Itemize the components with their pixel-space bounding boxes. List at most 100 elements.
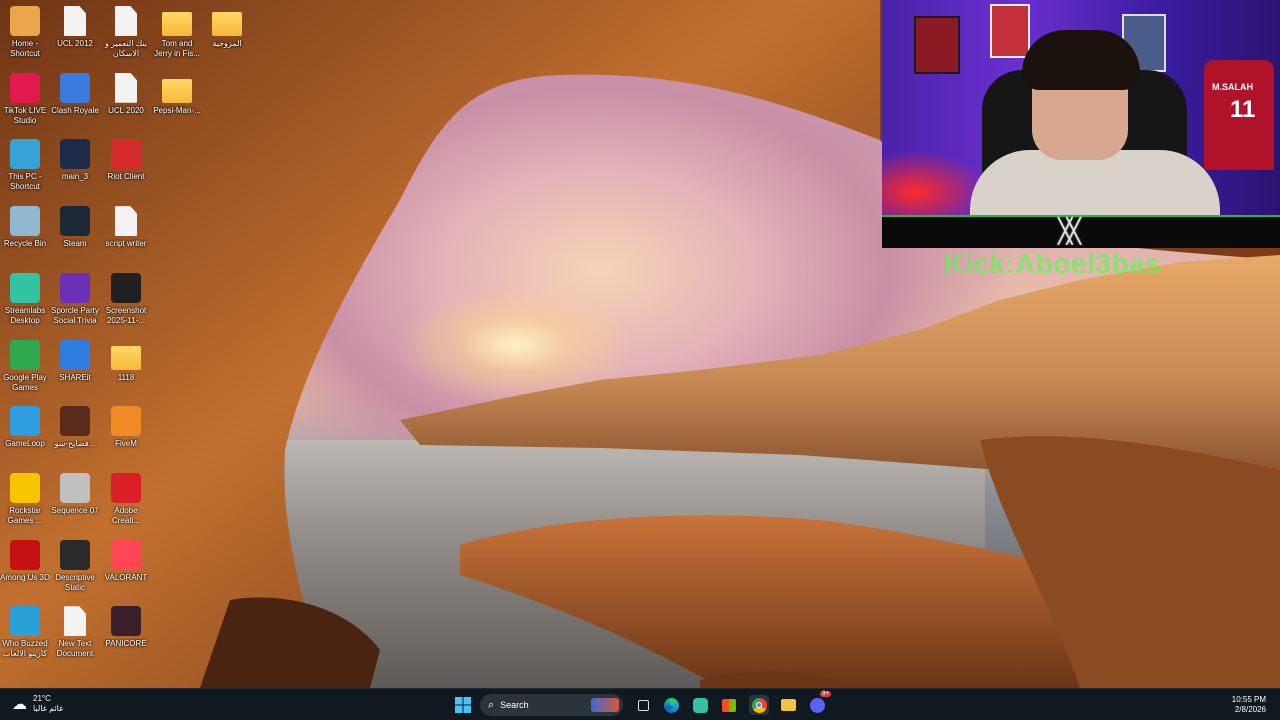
desktop-icon-label: Sequence 07 — [51, 505, 99, 515]
desktop-icon-label: Among Us 3D — [0, 572, 50, 582]
desktop-icon-label: Adobe Creati... — [111, 505, 140, 525]
desktop-icon[interactable]: Recycle Bin — [0, 206, 50, 249]
folder-icon — [162, 78, 192, 103]
taskbar-streamlabs[interactable] — [690, 695, 710, 715]
desktop-icon[interactable]: New Text Document — [50, 606, 100, 659]
recycle-bin-icon — [10, 206, 40, 237]
desktop-icon[interactable]: فضايح-سو... — [50, 406, 100, 449]
tiktok-icon — [10, 72, 40, 103]
desktop-icon-label: Sporcle Party Social Trivia — [50, 305, 100, 325]
cloud-icon: ☁ — [12, 696, 27, 713]
panicore-icon — [111, 606, 141, 637]
gameloop-icon — [10, 406, 40, 437]
desktop-icon[interactable]: UCL 2012 — [50, 6, 100, 49]
streamlabs-icon — [10, 272, 40, 303]
start-button[interactable] — [453, 695, 473, 715]
video-thumb-icon — [60, 539, 90, 570]
discord-notification-badge: 9+ — [820, 691, 831, 697]
desktop-icon-label: PANICORE — [105, 639, 147, 649]
desktop-icon[interactable]: Rockstar Games ... — [0, 472, 50, 526]
play-games-icon — [10, 339, 40, 370]
folder-icon — [162, 12, 192, 36]
desktop-icon[interactable]: main_3 — [50, 139, 100, 182]
desktop-icon-label: UCL 2020 — [108, 105, 144, 115]
desktop-icon-label: Descriptive Static — [55, 572, 95, 592]
desktop-icon-label: Google Play Games — [3, 372, 47, 392]
game-icon — [10, 606, 40, 637]
desktop-icon[interactable]: Among Us 3D — [0, 539, 50, 583]
chrome-icon — [751, 697, 767, 713]
search-highlight-icon — [591, 698, 619, 712]
desktop-icon[interactable]: Clash Royale — [50, 72, 100, 116]
desktop-icon[interactable]: Home - Shortcut — [0, 6, 50, 59]
desktop-icon[interactable]: GameLoop — [0, 406, 50, 449]
edge-icon — [663, 697, 679, 713]
desktop-icon-label: المزوجية — [212, 39, 242, 48]
webcam-overlay: M.SALAH 11 ╳╳ — [882, 0, 1280, 248]
desktop-icon[interactable]: Sporcle Party Social Trivia — [50, 272, 100, 326]
desktop-icon-label: TikTok LIVE Studio — [3, 105, 47, 125]
desktop-icon[interactable]: This PC - Shortcut — [0, 139, 50, 192]
taskbar-microsoft-store[interactable] — [719, 695, 739, 715]
desktop-icon-label: script writer — [105, 239, 147, 249]
desktop-icon[interactable]: Sequence 07 — [50, 472, 100, 516]
desktop-icon[interactable]: FiveM — [101, 406, 151, 449]
desktop-icon[interactable]: Screenshot 2025-11-... — [101, 272, 151, 326]
desktop-icon-label: فضايح-سو... — [54, 439, 96, 449]
taskbar-clock[interactable]: 10:55 PM 2/8/2026 — [1232, 695, 1266, 715]
desktop-icon[interactable]: Pepsi-Man-... — [152, 73, 202, 116]
desktop-icon[interactable]: Who Buzzed كازينو الالعاب — [0, 606, 50, 659]
desktop-icon[interactable]: Adobe Creati... — [101, 472, 151, 526]
webcam-person-hair — [1022, 30, 1140, 90]
clock-time: 10:55 PM — [1231, 695, 1266, 704]
desktop-icon-label: New Text Document — [56, 639, 94, 659]
task-view-icon — [637, 699, 649, 711]
desktop-icon-label: Screenshot 2025-11-... — [105, 305, 147, 325]
desktop-icon-label: Tom and Jerry in Fis... — [154, 39, 200, 58]
steam-icon — [60, 206, 90, 237]
file-icon — [64, 606, 86, 637]
weather-description: غائم غالبا — [33, 704, 64, 713]
desktop-icon-label: SHAREit — [59, 372, 91, 382]
taskbar-discord[interactable]: 9+ — [807, 691, 831, 715]
video-file-icon — [60, 472, 90, 503]
discord-icon — [809, 697, 825, 713]
desktop-icon[interactable]: TikTok LIVE Studio — [0, 72, 50, 126]
desktop-icon[interactable]: Streamlabs Desktop — [0, 272, 50, 326]
desktop-icon-label: Streamlabs Desktop — [4, 305, 46, 325]
desktop-icon[interactable]: بنك التعمير و الاسكان — [101, 6, 151, 59]
desktop-icon[interactable]: script writer — [101, 206, 151, 249]
file-icon — [115, 72, 137, 103]
desktop-icon-label: Recycle Bin — [3, 239, 47, 249]
desktop-icon[interactable]: Steam — [50, 206, 100, 249]
taskbar-file-explorer[interactable] — [778, 695, 798, 715]
desktop-icon-label: Steam — [63, 239, 87, 249]
desktop-icon[interactable]: VALORANT — [101, 539, 151, 583]
desktop-icon-label: VALORANT — [104, 572, 148, 582]
desktop-icon[interactable]: Riot Client — [101, 139, 151, 182]
taskbar-search-box[interactable]: ⌕ Search — [480, 694, 623, 716]
search-icon: ⌕ — [488, 698, 495, 711]
file-icon — [115, 206, 137, 237]
desktop-icon-label: Rockstar Games ... — [7, 505, 43, 525]
desktop-icon-label: 1118 — [117, 372, 135, 382]
desktop-icon[interactable]: Tom and Jerry in Fis... — [152, 6, 202, 59]
desktop-icon[interactable]: المزوجية — [202, 6, 252, 49]
kick-channel-overlay: Kick:Aboel3bas — [944, 248, 1162, 279]
adobe-cc-icon — [111, 472, 141, 503]
desktop-icon[interactable]: PANICORE — [101, 606, 151, 649]
home-icon — [10, 6, 40, 36]
desktop-icon[interactable]: SHAREit — [50, 339, 100, 383]
desktop-icon[interactable]: Descriptive Static — [50, 539, 100, 593]
taskbar-edge[interactable] — [661, 695, 681, 715]
task-view-button[interactable] — [633, 695, 653, 715]
taskbar-chrome[interactable] — [749, 695, 769, 715]
desktop-icon[interactable]: Google Play Games — [0, 339, 50, 393]
desktop-icon-label: Pepsi-Man-... — [153, 105, 201, 115]
valorant-icon — [111, 539, 141, 570]
shareit-icon — [60, 339, 90, 370]
desktop-icon[interactable]: 1118 — [101, 340, 151, 383]
weather-widget[interactable]: ☁ 21°C غائم غالبا — [12, 694, 63, 714]
desktop-icon[interactable]: UCL 2020 — [101, 72, 151, 116]
weather-temperature: 21°C — [33, 694, 51, 703]
